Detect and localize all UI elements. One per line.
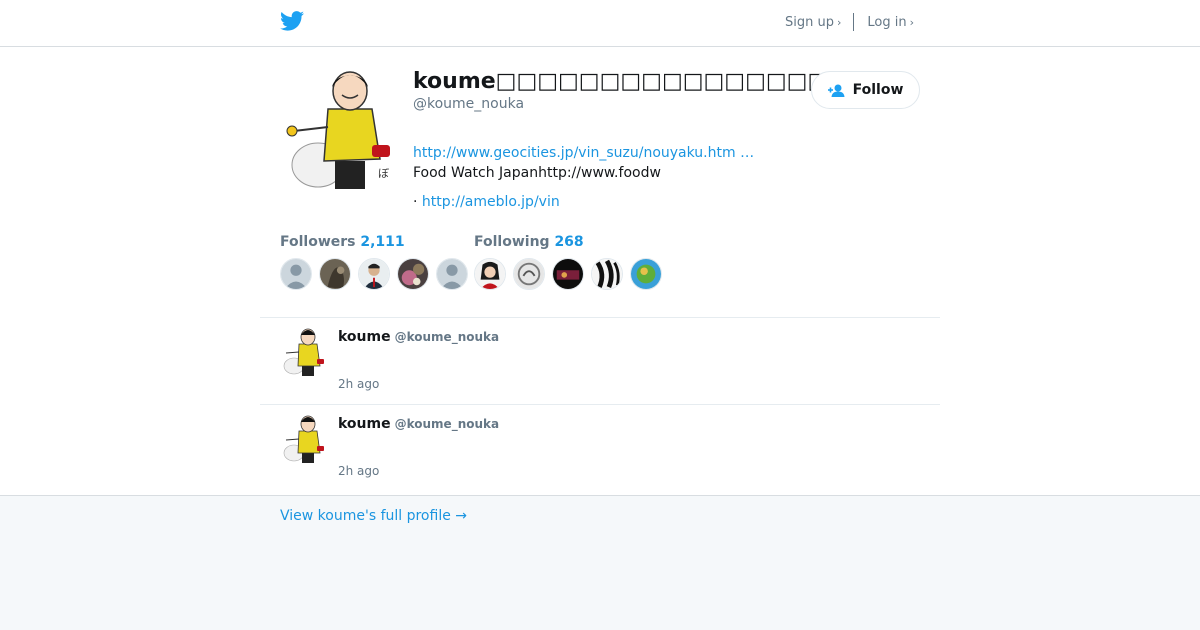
following-avatars (474, 258, 662, 290)
following-avatar[interactable] (474, 258, 506, 290)
follower-avatar[interactable] (319, 258, 351, 290)
follow-user-icon (827, 84, 845, 97)
website-link[interactable]: http://ameblo.jp/vin (422, 194, 560, 210)
follower-avatar[interactable] (280, 258, 312, 290)
top-bar: Sign up › Log in › (0, 0, 1200, 47)
divider (260, 317, 940, 318)
follower-avatar[interactable] (358, 258, 390, 290)
followers-avatars (280, 258, 468, 290)
chevron-right-icon: › (836, 15, 842, 29)
log-in-link[interactable]: Log in › (867, 15, 914, 30)
chevron-right-icon: › (909, 15, 914, 29)
profile-screen-name: @koume_nouka (413, 96, 525, 112)
tweet-handle: @koume_nouka (394, 330, 500, 344)
bio-text: Food Watch Japanhttp://www.foodw (413, 165, 661, 181)
profile-card: ぼ koume□□□□□□□□□□□□□□□□□ @koume_nouka Fo… (0, 47, 1200, 496)
following-avatar[interactable] (591, 258, 623, 290)
follow-button[interactable]: Follow (811, 71, 920, 109)
svg-text:ぼ: ぼ (378, 167, 389, 180)
tweet-author: koume @koume_nouka (338, 416, 500, 432)
view-full-profile-link[interactable]: View koume's full profile → (280, 508, 467, 524)
tweet-avatar[interactable] (280, 415, 328, 463)
following-avatar[interactable] (513, 258, 545, 290)
follower-avatar[interactable] (436, 258, 468, 290)
auth-links: Sign up › Log in › (785, 13, 914, 31)
tweet-author: koume @koume_nouka (338, 329, 500, 345)
followers-stat[interactable]: Followers 2,111 (280, 234, 405, 250)
bio-url-link[interactable]: http://www.geocities.jp/vin_suzu/nouyaku… (413, 145, 754, 161)
divider (260, 404, 940, 405)
twitter-bird-icon[interactable] (280, 11, 304, 31)
following-avatar[interactable] (630, 258, 662, 290)
followers-count: 2,111 (360, 234, 405, 250)
bio-link-prefix: · (413, 194, 422, 210)
tweet-timestamp[interactable]: 2h ago (338, 464, 379, 478)
tweet-avatar[interactable] (280, 328, 328, 376)
tweet-handle: @koume_nouka (394, 417, 500, 431)
follower-avatar[interactable] (397, 258, 429, 290)
profile-avatar[interactable]: ぼ (280, 69, 400, 189)
following-avatar[interactable] (552, 258, 584, 290)
following-count: 268 (554, 234, 584, 250)
tweet-timestamp[interactable]: 2h ago (338, 377, 379, 391)
following-stat[interactable]: Following 268 (474, 234, 584, 250)
divider (853, 13, 855, 31)
profile-display-name: koume□□□□□□□□□□□□□□□□□ (413, 69, 850, 94)
sign-up-link[interactable]: Sign up › (785, 15, 841, 30)
bio-website: · http://ameblo.jp/vin (413, 194, 560, 210)
